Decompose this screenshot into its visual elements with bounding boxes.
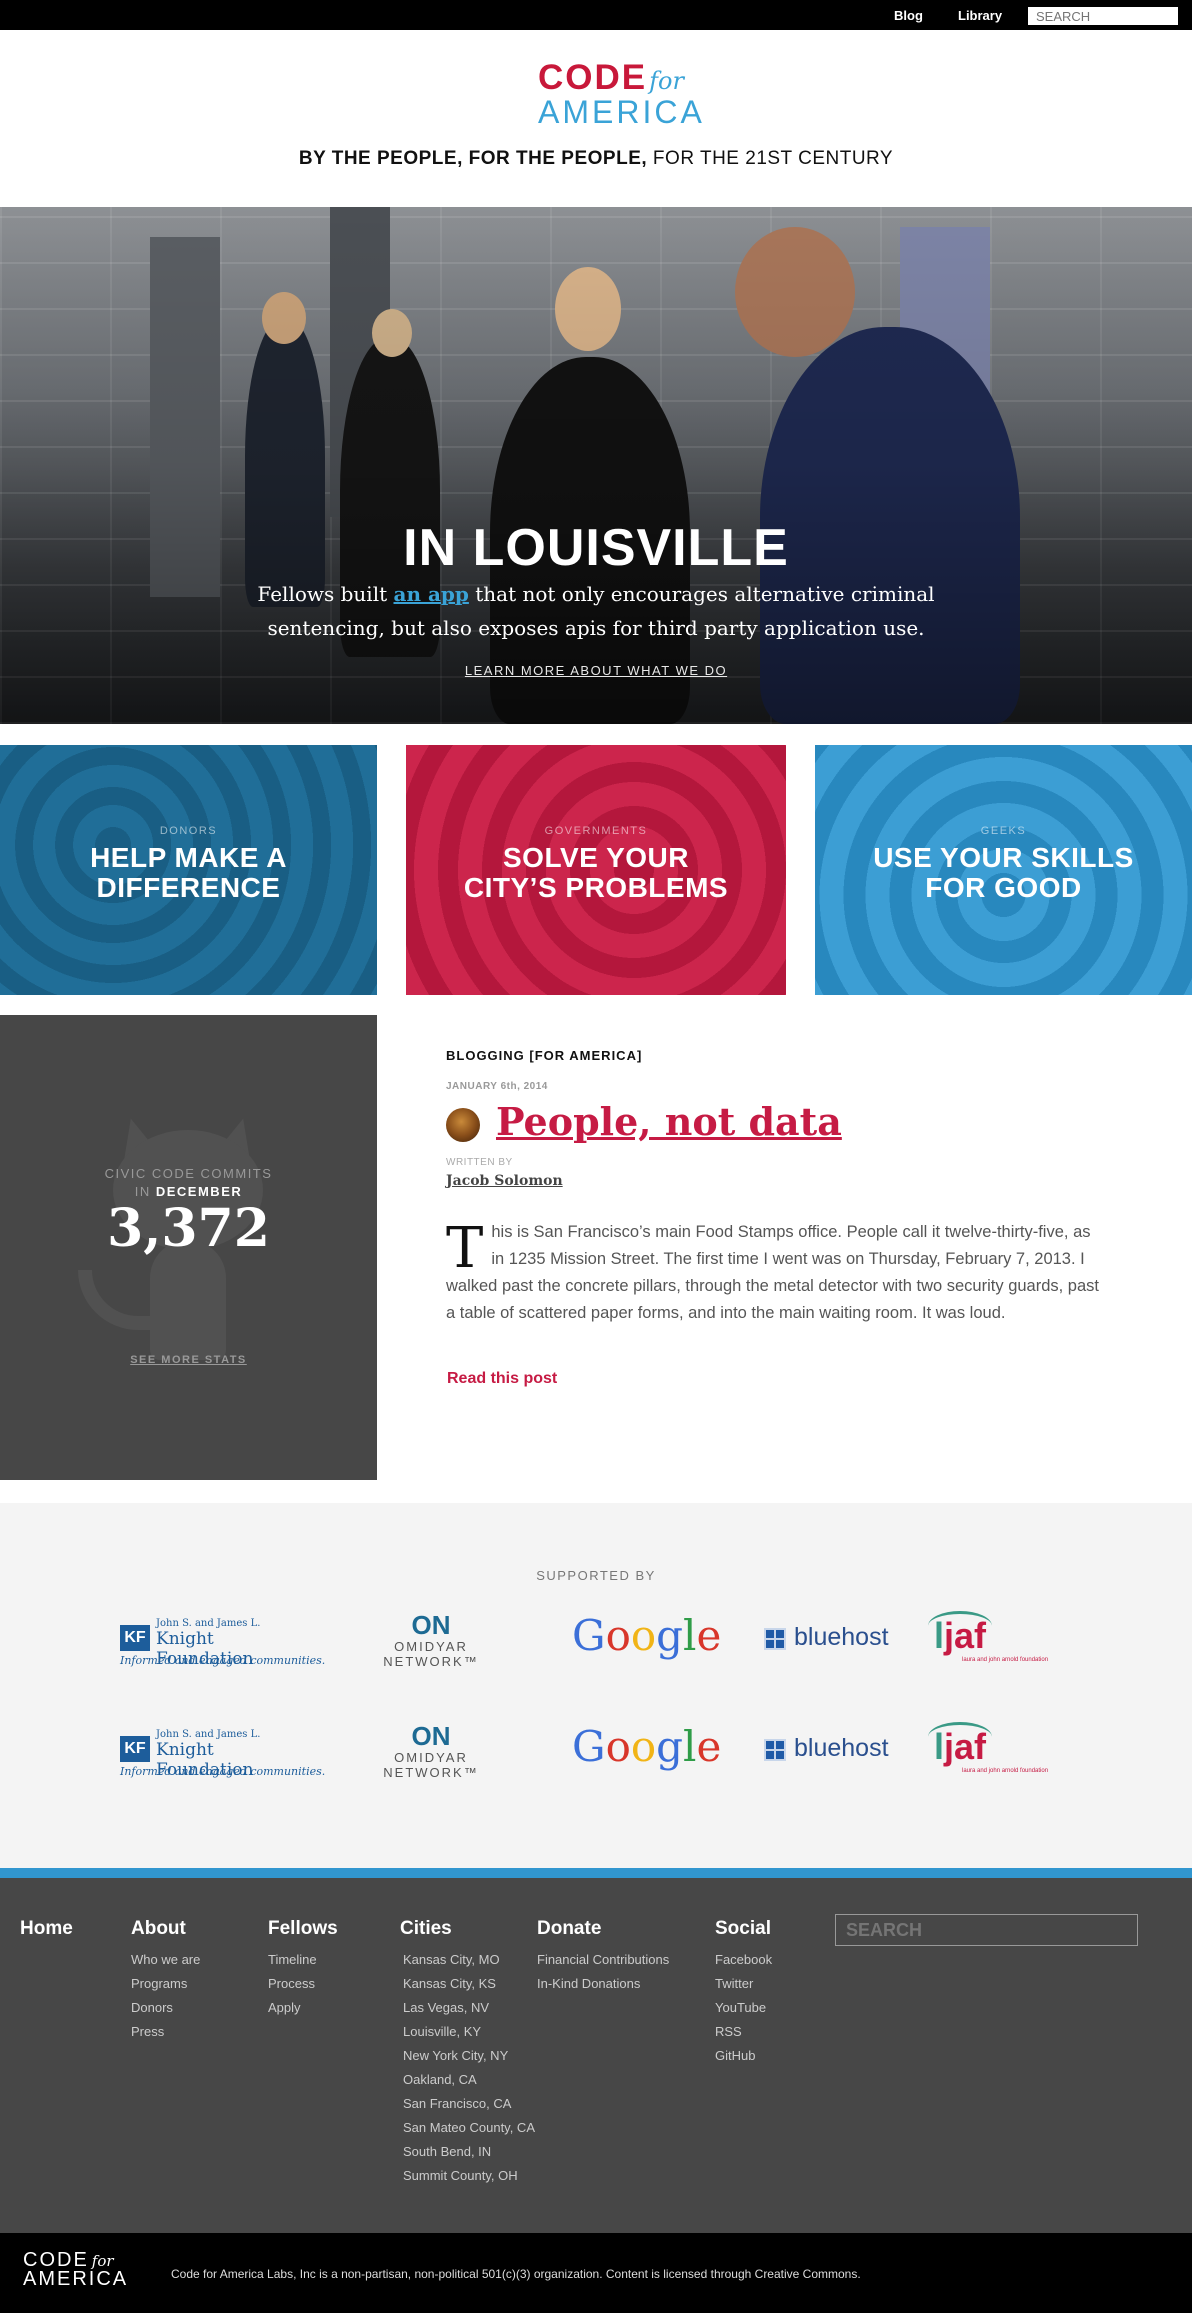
bluehost-logo[interactable]: bluehost: [764, 1610, 904, 1670]
hero-title: IN LOUISVILLE: [403, 519, 789, 577]
tagline-bold: BY THE PEOPLE, FOR THE PEOPLE,: [298, 148, 648, 169]
top-nav-bar: Blog Library: [0, 0, 1192, 30]
commits-label: CIVIC CODE COMMITS IN DECEMBER: [104, 1166, 273, 1199]
card-title: SOLVE YOUR CITY’S PROBLEMS: [463, 842, 729, 903]
google-logo[interactable]: Google: [572, 1608, 721, 1668]
donors-card[interactable]: DONORS HELP MAKE A DIFFERENCE: [0, 745, 377, 995]
hero-description: Fellows built an app that not only encou…: [257, 582, 935, 640]
site-logo[interactable]: CODEfor AMERICA: [538, 58, 705, 130]
footer-logo[interactable]: CODE for AMERICA: [23, 2249, 128, 2291]
footer-link[interactable]: Summit County, OH: [403, 2164, 535, 2188]
footer-home-link[interactable]: Home: [20, 1918, 73, 1940]
footer-about-column: About Who we are Programs Donors Press: [131, 1918, 200, 2044]
footer-link[interactable]: RSS: [715, 2020, 772, 2044]
post-date: JANUARY 6th, 2014: [446, 1081, 548, 1092]
post-excerpt: This is San Francisco’s main Food Stamps…: [446, 1216, 1099, 1323]
card-label: GOVERNMENTS: [544, 825, 648, 837]
ljaf-logo[interactable]: ljaf laura and john arnold foundation: [926, 1611, 1066, 1671]
ljaf-logo[interactable]: ljaf laura and john arnold foundation: [926, 1722, 1066, 1782]
footer-donate-heading[interactable]: Donate: [537, 1918, 669, 1940]
footer-link[interactable]: GitHub: [715, 2044, 772, 2068]
card-title: HELP MAKE A DIFFERENCE: [90, 842, 287, 903]
google-logo[interactable]: Google: [572, 1719, 721, 1779]
read-post-link[interactable]: Read this post: [447, 1370, 557, 1388]
footer-link[interactable]: Timeline: [268, 1948, 338, 1972]
bluehost-icon: [764, 1739, 786, 1761]
omidyar-network-logo[interactable]: ON OMIDYAR NETWORK™: [346, 1722, 516, 1782]
site-tagline: BY THE PEOPLE, FOR THE PEOPLE, FOR THE 2…: [0, 148, 1192, 170]
commits-count: 3,372: [107, 1198, 270, 1259]
legal-notice: Code for America Labs, Inc is a non-part…: [171, 2267, 861, 2281]
footer-link[interactable]: In-Kind Donations: [537, 1972, 669, 1996]
card-label: GEEKS: [980, 825, 1027, 837]
top-search-input[interactable]: [1028, 7, 1178, 25]
site-footer: Home About Who we are Programs Donors Pr…: [0, 1868, 1192, 2233]
governments-card[interactable]: GOVERNMENTS SOLVE YOUR CITY’S PROBLEMS: [406, 745, 786, 995]
geeks-card[interactable]: GEEKS USE YOUR SKILLS FOR GOOD: [815, 745, 1192, 995]
post-author-link[interactable]: Jacob Solomon: [446, 1173, 563, 1189]
logo-america-text: AMERICA: [538, 94, 705, 130]
author-avatar: [446, 1108, 480, 1142]
bottom-bar: CODE for AMERICA Code for America Labs, I…: [0, 2233, 1192, 2313]
footer-link[interactable]: Who we are: [131, 1948, 200, 1972]
footer-fellows-heading[interactable]: Fellows: [268, 1918, 338, 1940]
footer-cities-column: Cities Kansas City, MO Kansas City, KS L…: [400, 1918, 535, 2188]
footer-link[interactable]: Twitter: [715, 1972, 772, 1996]
supporters-heading: SUPPORTED BY: [536, 1568, 656, 1583]
footer-about-heading[interactable]: About: [131, 1918, 200, 1940]
footer-search-input[interactable]: [835, 1914, 1138, 1946]
hero-app-link[interactable]: an app: [394, 582, 469, 606]
footer-link[interactable]: Las Vegas, NV: [403, 1996, 535, 2020]
footer-cities-heading[interactable]: Cities: [400, 1918, 535, 1940]
footer-link[interactable]: Facebook: [715, 1948, 772, 1972]
bluehost-icon: [764, 1628, 786, 1650]
footer-home-column: Home: [20, 1918, 73, 1948]
footer-social-heading[interactable]: Social: [715, 1918, 772, 1940]
card-label: DONORS: [159, 825, 218, 837]
footer-link[interactable]: Apply: [268, 1996, 338, 2020]
footer-link[interactable]: San Mateo County, CA: [403, 2116, 535, 2140]
see-more-stats-link[interactable]: SEE MORE STATS: [0, 1354, 377, 1366]
footer-link[interactable]: South Bend, IN: [403, 2140, 535, 2164]
knight-foundation-logo[interactable]: KF John S. and James L. Knight Foundatio…: [120, 1726, 325, 1786]
footer-link[interactable]: San Francisco, CA: [403, 2092, 535, 2116]
hero-banner: IN LOUISVILLE Fellows built an app that …: [0, 207, 1192, 724]
post-title-link[interactable]: People, not data: [496, 1099, 842, 1144]
footer-link[interactable]: Oakland, CA: [403, 2068, 535, 2092]
footer-link[interactable]: Louisville, KY: [403, 2020, 535, 2044]
footer-link[interactable]: Kansas City, KS: [403, 1972, 535, 1996]
footer-link[interactable]: New York City, NY: [403, 2044, 535, 2068]
drop-cap: T: [446, 1216, 484, 1281]
footer-donate-column: Donate Financial Contributions In-Kind D…: [537, 1918, 669, 1996]
footer-social-column: Social Facebook Twitter YouTube RSS GitH…: [715, 1918, 772, 2068]
nav-blog-link[interactable]: Blog: [894, 8, 923, 23]
logo-for-text: for: [649, 67, 684, 95]
footer-link[interactable]: Donors: [131, 1996, 200, 2020]
footer-fellows-column: Fellows Timeline Process Apply: [268, 1918, 338, 2020]
logo-code-text: CODE: [538, 58, 648, 97]
commits-month: DECEMBER: [155, 1184, 243, 1199]
footer-link[interactable]: Programs: [131, 1972, 200, 1996]
bluehost-logo[interactable]: bluehost: [764, 1721, 904, 1781]
nav-library-link[interactable]: Library: [958, 8, 1002, 23]
supporters-section: SUPPORTED BY KF John S. and James L. Kni…: [0, 1503, 1192, 1868]
civic-commits-panel: CIVIC CODE COMMITS IN DECEMBER 3,372 SEE…: [0, 1015, 377, 1480]
omidyar-network-logo[interactable]: ON OMIDYAR NETWORK™: [346, 1611, 516, 1671]
footer-link[interactable]: Kansas City, MO: [403, 1948, 535, 1972]
footer-link[interactable]: Press: [131, 2020, 200, 2044]
learn-more-link[interactable]: LEARN MORE ABOUT WHAT WE DO: [0, 663, 1192, 678]
blog-section-heading: BLOGGING [FOR AMERICA]: [446, 1048, 643, 1063]
footer-link[interactable]: Financial Contributions: [537, 1948, 669, 1972]
knight-foundation-logo[interactable]: KF John S. and James L. Knight Foundatio…: [120, 1615, 325, 1675]
card-title: USE YOUR SKILLS FOR GOOD: [873, 842, 1134, 903]
tagline-rest: FOR THE 21ST CENTURY: [647, 148, 894, 169]
footer-link[interactable]: YouTube: [715, 1996, 772, 2020]
footer-link[interactable]: Process: [268, 1972, 338, 1996]
written-by-label: WRITTEN BY: [446, 1157, 513, 1168]
